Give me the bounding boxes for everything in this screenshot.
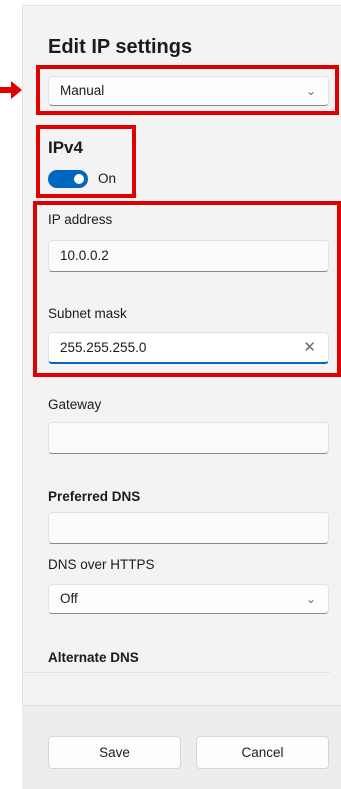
cancel-button[interactable]: Cancel: [196, 736, 329, 769]
dns-over-https-value: Off: [60, 591, 78, 606]
dns-over-https-select[interactable]: Off ⌄: [48, 584, 329, 614]
chevron-down-icon: ⌄: [305, 592, 316, 606]
highlight-box-ipv4: [36, 125, 136, 198]
dialog-title: Edit IP settings: [48, 36, 193, 58]
preferred-dns-field[interactable]: [48, 512, 329, 544]
highlight-box-address: [33, 201, 341, 377]
highlight-box-mode: [36, 65, 339, 115]
arrow-right-icon: [0, 81, 22, 99]
preferred-dns-label: Preferred DNS: [48, 489, 141, 504]
dns-over-https-label: DNS over HTTPS: [48, 557, 155, 572]
gateway-field[interactable]: [48, 422, 329, 454]
alternate-dns-field-edge[interactable]: [22, 672, 330, 683]
alternate-dns-label: Alternate DNS: [48, 650, 139, 665]
gateway-label: Gateway: [48, 397, 102, 412]
save-button[interactable]: Save: [48, 736, 181, 769]
